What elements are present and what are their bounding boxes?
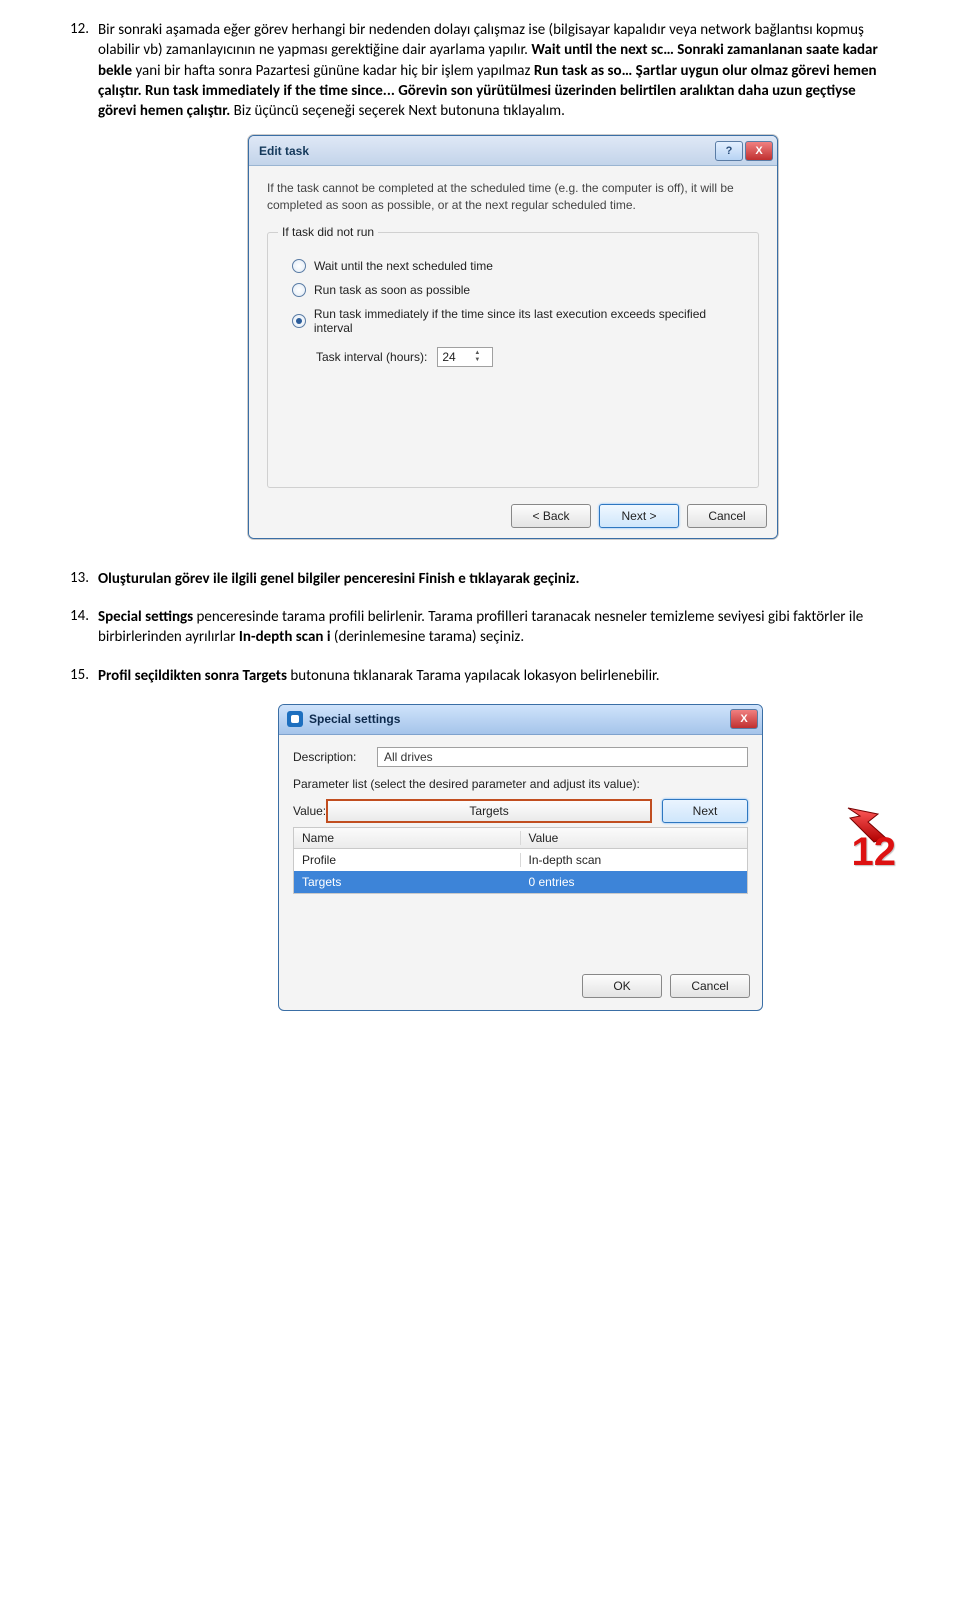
text-bold: Oluşturulan görev ile ilgili genel bilgi…: [98, 570, 580, 588]
column-name: Name: [294, 831, 521, 845]
spinner-arrows-icon[interactable]: ▲▼: [474, 350, 488, 364]
radio-label: Run task as soon as possible: [314, 283, 470, 297]
edit-task-dialog: Edit task ? X If the task cannot be comp…: [248, 135, 778, 539]
text: Biz üçüncü seçeneği seçerek Next butonun…: [234, 102, 565, 120]
paragraph: Bir sonraki aşamada eğer görev herhangi …: [98, 20, 890, 121]
groupbox-task-not-run: If task did not run Wait until the next …: [267, 232, 759, 488]
close-button[interactable]: X: [730, 709, 758, 729]
cell-value: 0 entries: [521, 875, 748, 889]
paragraph: Special settings penceresinde tarama pro…: [98, 607, 890, 648]
close-button[interactable]: X: [745, 141, 773, 161]
table-row-targets[interactable]: Targets 0 entries: [294, 871, 747, 893]
back-button[interactable]: < Back: [511, 504, 591, 528]
cancel-button[interactable]: Cancel: [687, 504, 767, 528]
ok-button[interactable]: OK: [582, 974, 662, 998]
text: butonuna tıklanarak Tarama yapılacak lok…: [290, 667, 659, 685]
next-button[interactable]: Next >: [599, 504, 679, 528]
dialog-titlebar: Edit task ? X: [249, 136, 777, 166]
interval-value: 24: [442, 350, 474, 364]
table-row-profile[interactable]: Profile In-depth scan: [294, 849, 747, 871]
parameter-table: Name Value Profile In-depth scan Targets…: [293, 827, 748, 894]
radio-icon: [292, 259, 306, 273]
radio-icon: [292, 283, 306, 297]
description-label: Description:: [293, 750, 377, 764]
description-input[interactable]: All drives: [377, 747, 748, 767]
paragraph: Profil seçildikten sonra Targets butonun…: [98, 666, 890, 686]
dialog-body: If the task cannot be completed at the s…: [249, 166, 777, 498]
text: (derinlemesine tarama) seçiniz.: [334, 628, 524, 646]
cell-name: Profile: [294, 853, 521, 867]
paragraph: Oluşturulan görev ile ilgili genel bilgi…: [98, 569, 890, 589]
radio-label: Wait until the next scheduled time: [314, 259, 493, 273]
interval-label: Task interval (hours):: [316, 350, 427, 364]
next-button[interactable]: Next: [662, 799, 748, 823]
wizard-button-row: < Back Next > Cancel: [249, 498, 777, 538]
list-item-15: 15. Profil seçildikten sonra Targets but…: [70, 666, 890, 1011]
cell-name: Targets: [294, 875, 521, 889]
table-header: Name Value: [294, 827, 747, 849]
next-button-label: Next: [693, 804, 718, 818]
interval-spinner[interactable]: 24 ▲▼: [437, 347, 493, 367]
radio-option-asap[interactable]: Run task as soon as possible: [292, 283, 744, 297]
app-icon: [287, 711, 303, 727]
text-bold: Profil seçildikten sonra Targets: [98, 667, 287, 685]
text-bold: Special settings: [98, 608, 193, 626]
radio-option-wait[interactable]: Wait until the next scheduled time: [292, 259, 744, 273]
info-text: If the task cannot be completed at the s…: [267, 180, 759, 214]
description-row: Description: All drives: [293, 747, 748, 767]
text: yani bir hafta sonra Pazartesi gününe ka…: [135, 62, 533, 80]
radio-icon: [292, 314, 306, 328]
radio-label: Run task immediately if the time since i…: [314, 307, 744, 335]
parameter-list-label: Parameter list (select the desired param…: [293, 777, 748, 791]
dialog-body: Description: All drives Parameter list (…: [279, 735, 762, 894]
dialog-title: Edit task: [259, 144, 713, 158]
groupbox-legend: If task did not run: [278, 225, 378, 239]
value-row: Value: Targets Next: [293, 799, 748, 823]
callout-number: 12: [852, 830, 897, 875]
targets-button-label: Targets: [469, 804, 508, 818]
column-value: Value: [521, 831, 748, 845]
list-number: 14.: [70, 607, 89, 625]
interval-row: Task interval (hours): 24 ▲▼: [316, 347, 744, 367]
description-value: All drives: [384, 750, 433, 764]
list-number: 13.: [70, 569, 89, 587]
radio-option-immediate[interactable]: Run task immediately if the time since i…: [292, 307, 744, 335]
text-bold: In-depth scan i: [239, 628, 331, 646]
list-item-13: 13. Oluşturulan görev ile ilgili genel b…: [70, 569, 890, 589]
list-number: 12.: [70, 20, 89, 38]
dialog-title: Special settings: [309, 712, 728, 726]
cancel-button[interactable]: Cancel: [670, 974, 750, 998]
help-button[interactable]: ?: [715, 141, 743, 161]
value-label: Value:: [293, 804, 326, 818]
special-settings-wrap: Special settings X Description: All driv…: [98, 704, 890, 1011]
dialog-button-row: OK Cancel: [279, 894, 762, 1010]
special-settings-dialog: Special settings X Description: All driv…: [278, 704, 763, 1011]
list-number: 15.: [70, 666, 89, 684]
cell-value: In-depth scan: [521, 853, 748, 867]
targets-button[interactable]: Targets: [326, 799, 652, 823]
list-item-12: 12. Bir sonraki aşamada eğer görev herha…: [70, 20, 890, 539]
list-item-14: 14. Special settings penceresinde tarama…: [70, 607, 890, 648]
dialog-titlebar: Special settings X: [279, 705, 762, 735]
